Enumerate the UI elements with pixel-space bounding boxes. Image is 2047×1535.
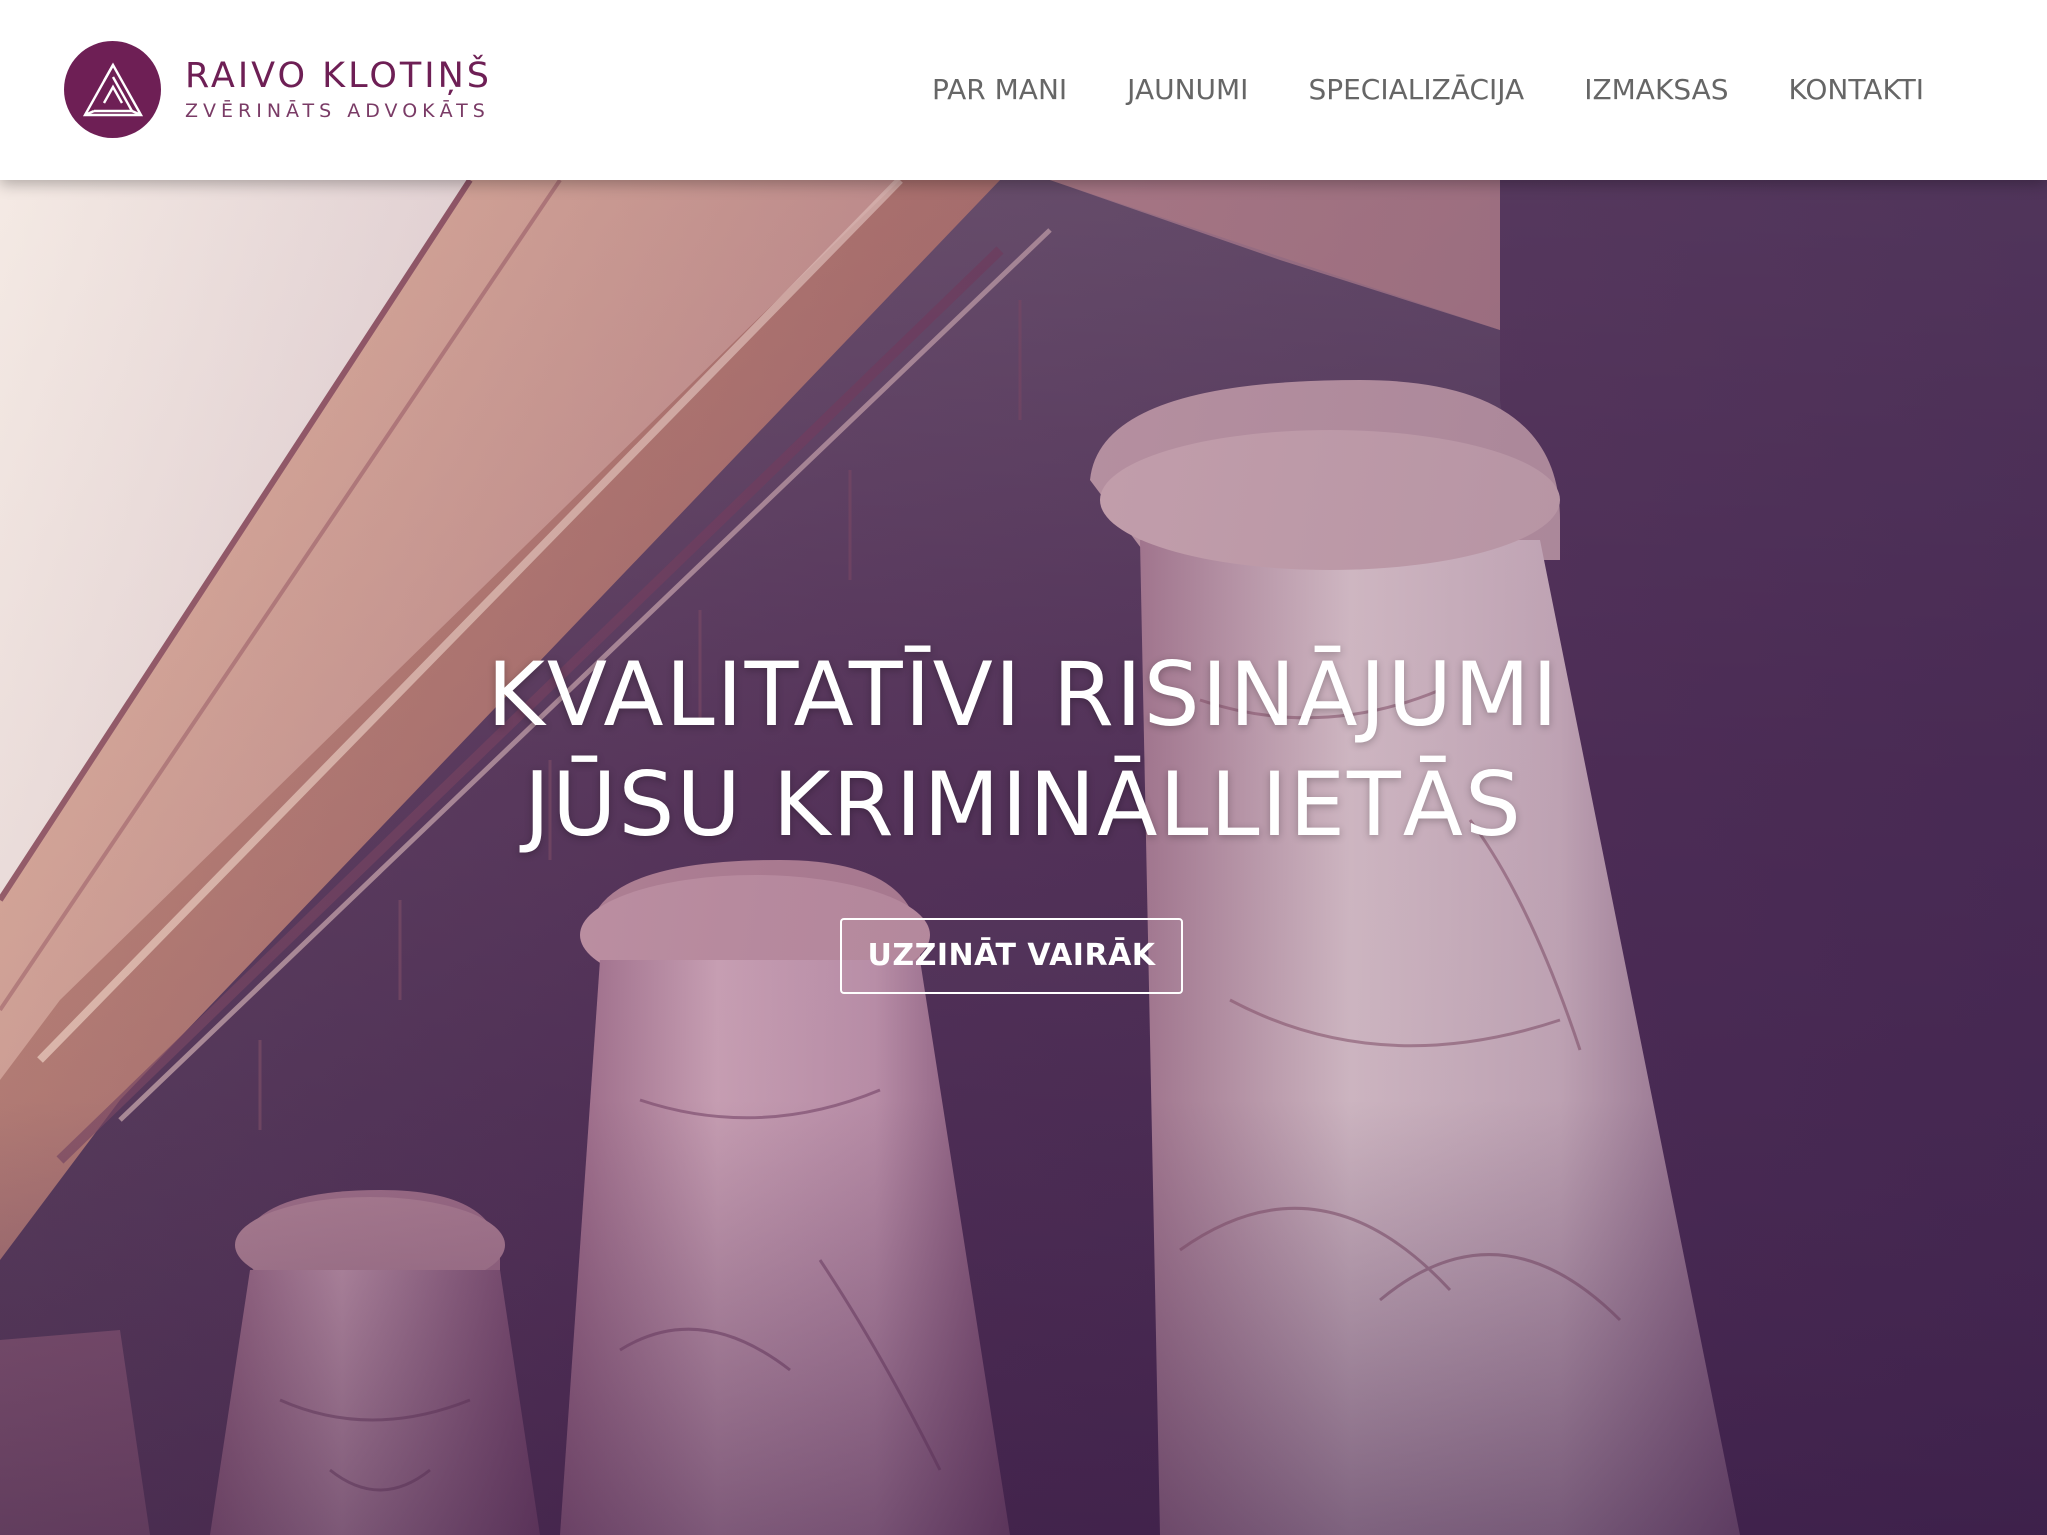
hero-section: KVALITATĪVI RISINĀJUMI JŪSU KRIMINĀLLIET… [0,640,2047,994]
main-nav: PAR MANI JAUNUMI SPECIALIZĀCIJA IZMAKSAS… [932,70,1924,110]
hero-title-line-2: JŪSU KRIMINĀLLIETĀS [524,753,1523,856]
brand-subtitle: ZVĒRINĀTS ADVOKĀTS [185,99,490,122]
logo-link[interactable]: RAIVO KLOTIŅŠ ZVĒRINĀTS ADVOKĀTS [64,41,492,138]
hero-title: KVALITATĪVI RISINĀJUMI JŪSU KRIMINĀLLIET… [0,640,2047,860]
nav-item-kontakti[interactable]: KONTAKTI [1789,70,1924,110]
nav-item-izmaksas[interactable]: IZMAKSAS [1584,70,1728,110]
impossible-triangle-icon [64,41,161,138]
hero-title-line-1: KVALITATĪVI RISINĀJUMI [487,643,1560,746]
brand-name: RAIVO KLOTIŅŠ [185,55,493,96]
page: RAIVO KLOTIŅŠ ZVĒRINĀTS ADVOKĀTS PAR MAN… [0,0,2047,1535]
site-header: RAIVO KLOTIŅŠ ZVĒRINĀTS ADVOKĀTS PAR MAN… [0,0,2047,180]
nav-item-par-mani[interactable]: PAR MANI [932,70,1067,110]
logo-text: RAIVO KLOTIŅŠ ZVĒRINĀTS ADVOKĀTS [185,56,492,124]
nav-item-jaunumi[interactable]: JAUNUMI [1127,70,1248,110]
nav-item-specializacija[interactable]: SPECIALIZĀCIJA [1308,70,1524,110]
learn-more-button[interactable]: UZZINĀT VAIRĀK [840,918,1183,994]
